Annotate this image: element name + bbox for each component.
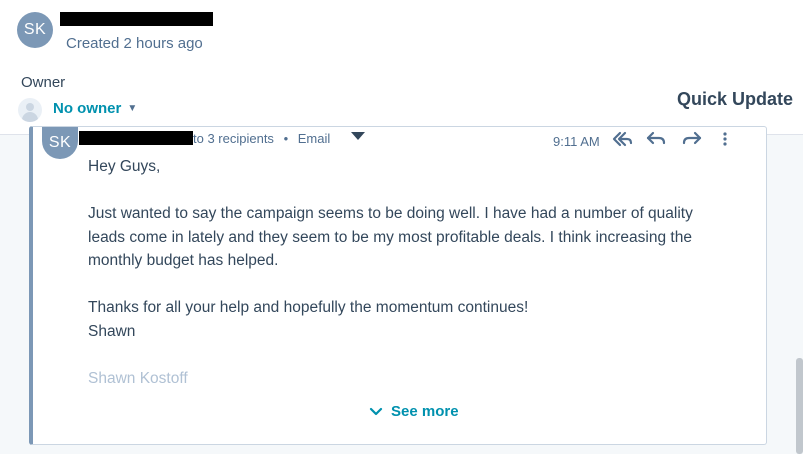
chevron-down-icon — [369, 407, 383, 415]
email-signature: Shawn Kostoff — [88, 369, 188, 387]
email-meta: to 3 recipients • Email — [193, 131, 330, 146]
recipients-text[interactable]: to 3 recipients — [193, 131, 274, 146]
email-paragraph: Thanks for all your help and hopefully t… — [88, 299, 529, 316]
reply-icon[interactable] — [645, 130, 667, 148]
email-type-label: Email — [297, 131, 331, 146]
redacted-contact-name — [60, 12, 213, 26]
owner-bar: Owner No owner ▼ Quick Update — [0, 66, 803, 135]
owner-value: No owner — [53, 100, 122, 117]
email-body: Hey Guys, Just wanted to say the campaig… — [88, 155, 728, 390]
email-time: 9:11 AM — [553, 134, 600, 149]
chevron-down-icon: ▼ — [127, 103, 138, 114]
avatar[interactable]: SK — [17, 12, 53, 48]
chevron-down-icon[interactable] — [351, 132, 365, 140]
owner-label: Owner — [21, 74, 66, 91]
email-greeting: Hey Guys, — [88, 158, 161, 175]
quick-update-button[interactable]: Quick Update — [677, 89, 793, 110]
email-signoff: Shawn — [88, 322, 136, 340]
owner-avatar-icon — [18, 98, 42, 122]
more-options-icon[interactable] — [718, 130, 732, 148]
see-more-label: See more — [391, 403, 459, 420]
see-more-button[interactable]: See more — [369, 403, 459, 420]
forward-icon[interactable] — [681, 130, 703, 148]
email-paragraph: Just wanted to say the campaign seems to… — [88, 205, 693, 269]
meta-separator: • — [283, 131, 289, 146]
created-timestamp: Created 2 hours ago — [66, 35, 203, 52]
reply-all-icon[interactable] — [611, 130, 633, 148]
email-card: SK to 3 recipients • Email 9:11 AM Hey G… — [29, 126, 767, 445]
redacted-sender-name — [79, 131, 193, 145]
sender-avatar[interactable]: SK — [42, 127, 78, 159]
record-header: SK Created 2 hours ago — [0, 0, 803, 67]
owner-dropdown[interactable]: No owner ▼ — [53, 100, 137, 117]
scrollbar[interactable] — [796, 358, 803, 454]
